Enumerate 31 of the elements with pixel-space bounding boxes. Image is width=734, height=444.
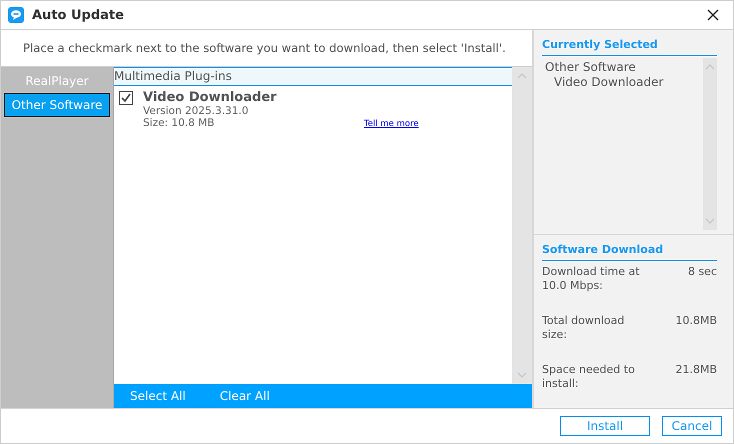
dialog-button[interactable]: Cancel xyxy=(662,416,722,436)
app-icon xyxy=(8,7,24,23)
section-title: Software Download xyxy=(542,235,717,261)
version-text: Version 2025.3.31.0 xyxy=(143,105,250,117)
info-value: 10.8MB xyxy=(675,314,717,329)
action-button[interactable]: Select All xyxy=(124,389,192,403)
scroll-up-icon xyxy=(705,64,715,70)
info-value: 21.8MB xyxy=(675,363,717,378)
window-title: Auto Update xyxy=(32,8,125,22)
scroll-down-icon xyxy=(517,372,527,378)
checkbox[interactable] xyxy=(119,91,133,105)
group-header: Multimedia Plug-ins xyxy=(114,67,512,86)
info-label: Download time at 10.0 Mbps: xyxy=(542,265,641,294)
tree-item: Video Downloader xyxy=(553,75,664,90)
dialog-button[interactable]: Install xyxy=(560,416,650,436)
tree-item: Other Software xyxy=(545,60,637,75)
software-name: Video Downloader xyxy=(143,90,278,105)
scrollbar[interactable] xyxy=(703,58,717,230)
info-value: 8 sec xyxy=(688,265,717,280)
info-label: Total download size: xyxy=(542,314,626,343)
category-tab[interactable]: Other Software xyxy=(4,93,110,117)
category-tab[interactable]: RealPlayer xyxy=(4,69,110,93)
section-title: Currently Selected xyxy=(542,30,717,56)
scroll-down-icon xyxy=(705,218,715,224)
scrollbar[interactable] xyxy=(512,67,532,384)
size-text: Size: 10.8 MB xyxy=(143,117,216,129)
info-label: Space needed to install: xyxy=(542,363,636,392)
close-icon xyxy=(707,9,719,21)
action-button[interactable]: Clear All xyxy=(214,389,276,403)
tell-me-more-link[interactable]: Tell me more xyxy=(364,119,419,129)
scroll-up-icon xyxy=(517,73,527,79)
